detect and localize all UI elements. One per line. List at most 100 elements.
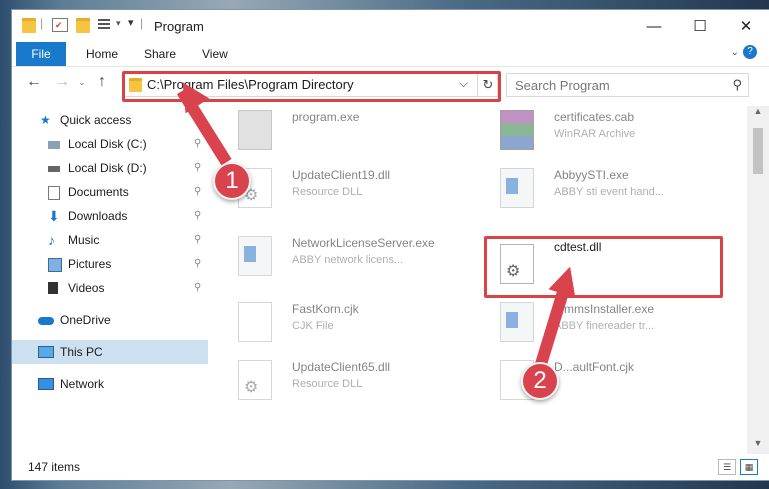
separator: | [140,16,144,30]
file-name: ...mmsInstaller.exe [554,302,655,316]
file-type: WinRAR Archive [554,128,636,140]
videos-icon [48,282,58,294]
cloud-icon [38,317,54,325]
sidebar-item-label: OneDrive [60,313,111,327]
new-folder-icon[interactable] [76,18,90,33]
file-name: program.exe [292,110,360,124]
app-icon [500,168,534,208]
file-item-abbyysti-exe[interactable]: AbbyySTI.exe ABBY sti event hand... [484,164,714,212]
chevron-down-icon[interactable]: ▾ [116,18,121,29]
file-type: CJK File [292,320,334,332]
pin-icon[interactable]: ⚲ [194,252,201,276]
sidebar-item-onedrive[interactable]: OneDrive [12,308,208,332]
search-input[interactable]: Search Program ⚲ [506,73,749,97]
scroll-up-arrow-icon[interactable]: ▲ [747,106,769,122]
drive-icon [48,141,60,149]
chevron-down-icon[interactable]: ⌄ [731,47,739,58]
status-bar: 147 items ☰ ▦ [12,454,769,480]
file-item-installer-exe[interactable]: ...mmsInstaller.exe ABBY finereader tr..… [484,298,714,346]
sidebar-item-quick-access[interactable]: ★ Quick access [12,108,208,132]
sidebar-item-pictures[interactable]: Pictures ⚲ [12,252,208,276]
file-name: NetworkLicenseServer.exe [292,236,435,250]
file-item-certificates-cab[interactable]: certificates.cab WinRAR Archive [484,106,714,154]
tab-share[interactable]: Share [132,42,188,66]
program-icon [238,110,272,150]
scroll-down-arrow-icon[interactable]: ▼ [747,438,769,454]
close-button[interactable]: ✕ [723,10,769,42]
minimize-button[interactable]: — [631,10,677,42]
sidebar-item-music[interactable]: ♪ Music ⚲ [12,228,208,252]
sidebar-item-label: Network [60,377,105,391]
sidebar-item-local-disk-d[interactable]: Local Disk (D:) ⚲ [12,156,208,180]
file-highlight-box [484,236,723,298]
pin-icon[interactable]: ⚲ [194,228,201,252]
tab-view[interactable]: View [190,42,240,66]
sidebar-item-label: Music [68,233,100,247]
file-item-program-exe[interactable]: program.exe [222,106,452,154]
sidebar-item-downloads[interactable]: ⬇ Downloads ⚲ [12,204,208,228]
star-icon: ★ [40,113,51,127]
dll-icon: ⚙ [238,360,272,400]
pictures-icon [48,258,62,272]
file-item-fastkorn-cjk[interactable]: FastKorn.cjk CJK File [222,298,452,346]
file-type: ABBY network licens... [292,254,404,266]
recent-locations-icon[interactable]: ⌄ [78,77,86,88]
address-row: ← → ⌄ ↑ C:\Program Files\Program Directo… [12,67,769,102]
sidebar-item-videos[interactable]: Videos ⚲ [12,276,208,300]
pin-icon[interactable]: ⚲ [194,204,201,228]
sidebar-item-label: Local Disk (D:) [68,161,147,175]
file-name: UpdateClient19.dll [292,168,391,182]
scroll-thumb[interactable] [753,128,763,174]
file-item-defaultfont-cjk[interactable]: D...aultFont.cjk [484,356,714,404]
back-arrow-icon[interactable]: ← [26,73,42,91]
file-item-updateclient65-dll[interactable]: ⚙ UpdateClient65.dll Resource DLL [222,356,452,404]
app-icon [238,236,272,276]
navigation-pane: ★ Quick access Local Disk (C:) ⚲ Local D… [12,106,212,452]
sidebar-item-label: Downloads [68,209,128,223]
file-item-updateclient19-dll[interactable]: ⚙ UpdateClient19.dll Resource DLL [222,164,452,212]
music-icon: ♪ [48,232,55,248]
file-name: FastKorn.cjk [292,302,359,316]
file-name: AbbyySTI.exe [554,168,629,182]
app-icon [500,302,534,342]
documents-icon [48,186,60,200]
sidebar-item-label: Pictures [68,257,112,271]
properties-icon[interactable]: ✔ [52,18,68,32]
sidebar-item-label: This PC [60,345,103,359]
downloads-icon: ⬇ [48,208,60,224]
search-placeholder: Search Program [515,78,610,93]
callout-2: 2 [521,362,559,400]
file-name: certificates.cab [554,110,635,124]
archive-icon [500,110,534,150]
search-icon[interactable]: ⚲ [732,77,742,93]
item-count: 147 items [28,460,81,474]
drive-icon [48,166,60,172]
details-view-icon[interactable]: ☰ [718,459,736,475]
sidebar-item-local-disk-c[interactable]: Local Disk (C:) ⚲ [12,132,208,156]
pin-icon[interactable]: ⚲ [194,276,201,300]
maximize-button[interactable]: ☐ [677,10,723,42]
network-icon [38,378,54,390]
sidebar-item-documents[interactable]: Documents ⚲ [12,180,208,204]
file-icon [238,302,272,342]
callout-1: 1 [213,162,251,200]
pin-icon[interactable]: ⚲ [194,156,201,180]
file-item-networklicenseserver-exe[interactable]: NetworkLicenseServer.exe ABBY network li… [222,232,452,280]
tab-file[interactable]: File [16,42,66,66]
sidebar-item-network[interactable]: Network [12,372,208,396]
dropdown-arrow-icon[interactable]: ▾ [128,16,134,29]
file-explorer-window: | ✔ ▾ ▾ | Program — ☐ ✕ File Home Share … [12,10,769,480]
tab-home[interactable]: Home [74,42,130,66]
large-icons-view-icon[interactable]: ▦ [740,459,758,475]
title-bar: | ✔ ▾ ▾ | Program — ☐ ✕ [12,10,769,42]
vertical-scrollbar[interactable]: ▲ ▼ [747,106,769,454]
sidebar-item-this-pc[interactable]: This PC [12,340,208,364]
forward-arrow-icon[interactable]: → [54,73,70,91]
pin-icon[interactable]: ⚲ [194,180,201,204]
up-arrow-icon[interactable]: ↑ [98,73,106,91]
customize-toolbar-icon[interactable] [98,18,112,30]
pin-icon[interactable]: ⚲ [194,132,201,156]
help-icon[interactable]: ? [743,45,757,59]
ribbon-tabs: File Home Share View ⌄ ? [12,42,769,67]
computer-icon [38,346,54,358]
